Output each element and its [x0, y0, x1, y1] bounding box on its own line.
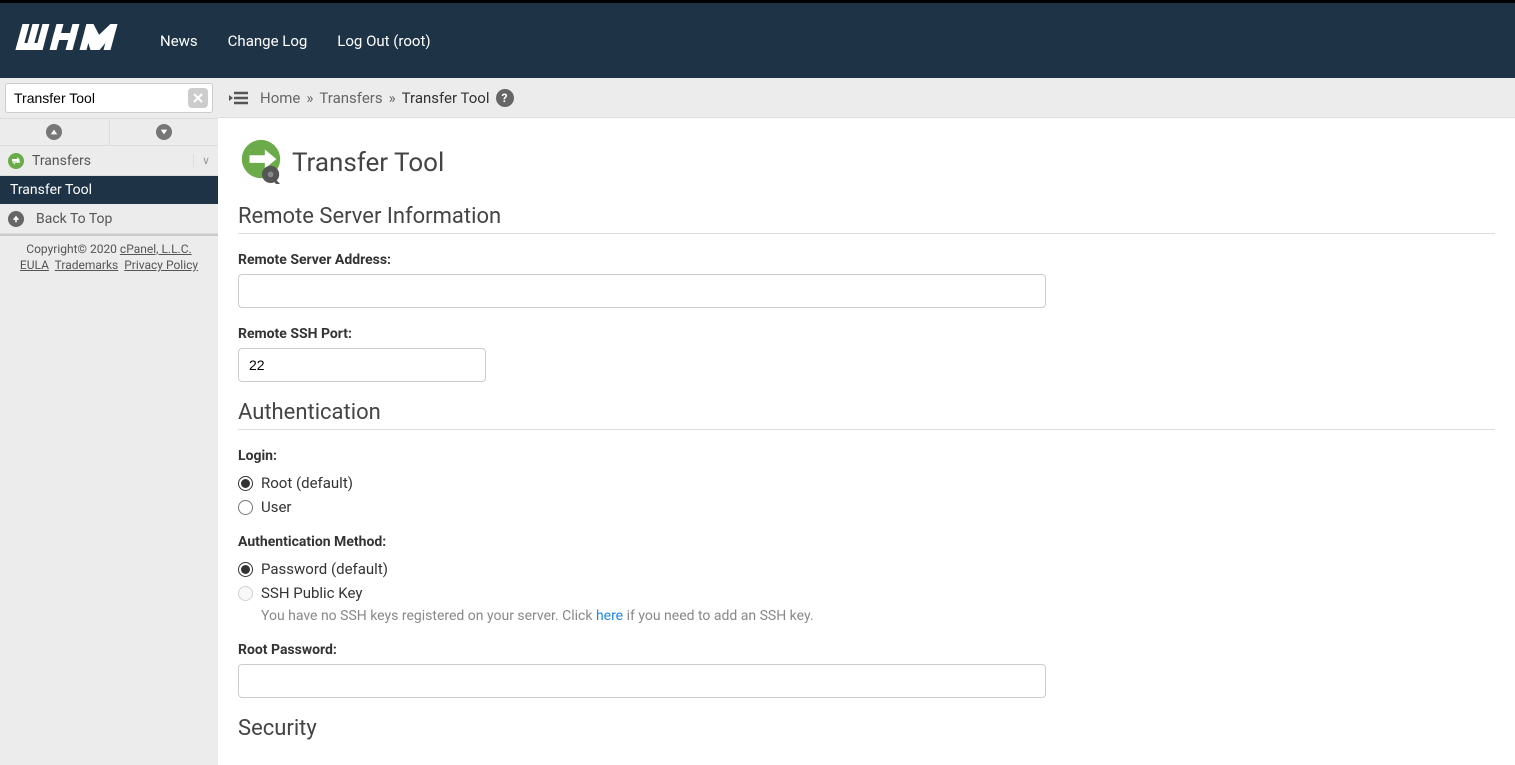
label-remote-address: Remote Server Address:	[238, 252, 1495, 268]
nav-changelog[interactable]: Change Log	[228, 32, 308, 50]
privacy-link[interactable]: Privacy Policy	[124, 258, 198, 272]
sidebar-item-transfer-tool[interactable]: Transfer Tool	[0, 176, 218, 204]
radio-login-root[interactable]	[238, 476, 253, 491]
breadcrumb-home[interactable]: Home	[260, 89, 300, 107]
label-root-password: Root Password:	[238, 642, 1495, 658]
collapse-all-button[interactable]	[0, 119, 110, 145]
chevron-up-icon	[46, 124, 62, 140]
transfer-tool-icon	[238, 138, 292, 188]
expand-all-button[interactable]	[110, 119, 219, 145]
section-authentication: Authentication	[238, 400, 1495, 430]
ssh-help-suffix: if you need to add an SSH key.	[623, 608, 813, 624]
arrow-up-icon	[8, 211, 24, 227]
header-bar: News Change Log Log Out (root)	[0, 3, 1515, 78]
breadcrumb: Home » Transfers » Transfer Tool ?	[218, 78, 1515, 118]
breadcrumb-separator: »	[306, 89, 313, 107]
sidebar: Transfers ∨ Transfer Tool Back To Top Co…	[0, 78, 218, 765]
radio-auth-password-label: Password (default)	[261, 560, 388, 578]
label-login: Login:	[238, 448, 1495, 464]
sidebar-search-input[interactable]	[5, 83, 213, 113]
ssh-key-add-link[interactable]: here	[596, 608, 623, 624]
collapse-sidebar-icon[interactable]	[228, 90, 248, 106]
label-ssh-port: Remote SSH Port:	[238, 326, 1495, 342]
nav-logout[interactable]: Log Out (root)	[337, 32, 430, 50]
eula-link[interactable]: EULA	[20, 258, 49, 272]
section-security: Security	[238, 716, 1495, 745]
breadcrumb-current: Transfer Tool	[402, 89, 490, 107]
nav-news[interactable]: News	[160, 32, 198, 50]
label-auth-method: Authentication Method:	[238, 534, 1495, 550]
root-password-input[interactable]	[238, 664, 1046, 698]
transfers-icon	[8, 153, 24, 169]
back-to-top-button[interactable]: Back To Top	[0, 204, 218, 234]
radio-login-root-label: Root (default)	[261, 474, 353, 492]
clear-search-icon[interactable]	[188, 88, 208, 108]
sidebar-item-label: Transfer Tool	[10, 182, 92, 198]
back-to-top-label: Back To Top	[36, 211, 112, 227]
ssh-help-prefix: You have no SSH keys registered on your …	[261, 608, 596, 624]
copyright-text: Copyright© 2020	[26, 242, 120, 256]
breadcrumb-transfers[interactable]: Transfers	[319, 89, 382, 107]
radio-auth-sshkey-label: SSH Public Key	[261, 584, 362, 602]
section-chevron-icon: ∨	[193, 154, 210, 167]
radio-login-user[interactable]	[238, 500, 253, 515]
sidebar-section-label: Transfers	[32, 153, 91, 169]
page-title: Transfer Tool	[292, 148, 444, 178]
sidebar-section-transfers[interactable]: Transfers ∨	[0, 146, 218, 176]
breadcrumb-separator: »	[389, 89, 396, 107]
radio-auth-password[interactable]	[238, 562, 253, 577]
ssh-key-help-text: You have no SSH keys registered on your …	[261, 608, 1495, 624]
section-remote-server: Remote Server Information	[238, 204, 1495, 234]
trademarks-link[interactable]: Trademarks	[55, 258, 119, 272]
remote-address-input[interactable]	[238, 274, 1046, 308]
ssh-port-input[interactable]	[238, 348, 486, 382]
cpanel-link[interactable]: cPanel, L.L.C.	[120, 242, 192, 256]
chevron-down-icon	[156, 124, 172, 140]
radio-auth-sshkey[interactable]	[238, 586, 253, 601]
sidebar-footer: Copyright© 2020 cPanel, L.L.C. EULA Trad…	[0, 234, 218, 278]
help-icon[interactable]: ?	[496, 89, 514, 107]
whm-logo	[15, 22, 135, 59]
radio-login-user-label: User	[261, 498, 292, 516]
